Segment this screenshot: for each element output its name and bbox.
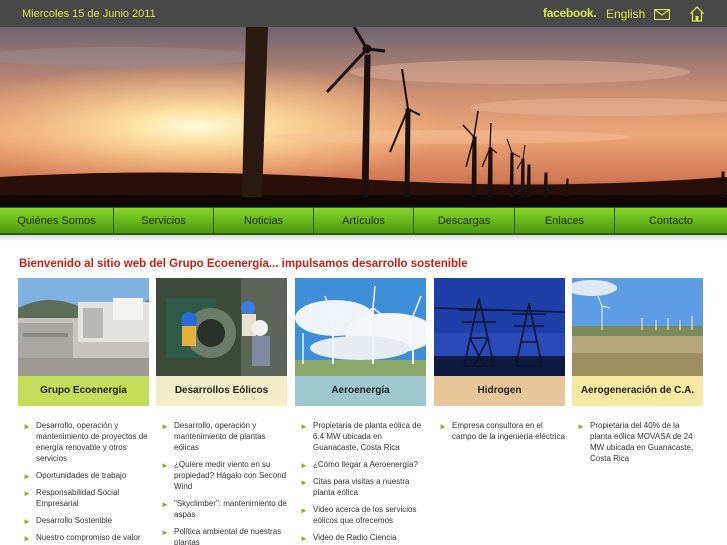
- bullet-icon: ►: [23, 472, 31, 481]
- list-item[interactable]: ► Desarrollo Sostenible: [18, 515, 149, 526]
- card-list: ► Desarrollo, operación y mantenimiento d…: [156, 420, 287, 545]
- list-item[interactable]: ► Citas para visitas a nuestra planta eól…: [295, 476, 426, 498]
- card-photo[interactable]: [572, 278, 703, 376]
- card-desarrollos-eolicos: Desarrollos Eólicos ► Desarrollo, operaci…: [156, 278, 287, 545]
- bullet-icon: ►: [300, 534, 308, 543]
- bullet-icon: ►: [161, 422, 169, 431]
- top-bar: Miercoles 15 de Junio 2011 facebook. Eng…: [0, 0, 727, 27]
- card-title[interactable]: Aeroenergía: [295, 376, 426, 406]
- bullet-icon: ►: [577, 422, 585, 431]
- list-item[interactable]: ► ¿Cómo llegar a Aeroenergía?: [295, 459, 426, 470]
- list-item[interactable]: ► Desarrollo, operación y mantenimiento d…: [156, 420, 287, 453]
- card-title[interactable]: Aerogeneración de C.A.: [572, 376, 703, 406]
- bullet-icon: ►: [439, 422, 447, 431]
- card-list: ► Propietaria del 40% de la planta eólica…: [572, 420, 703, 464]
- nav-noticias[interactable]: Noticias: [214, 208, 314, 234]
- list-item[interactable]: ► Propietaria del 40% de la planta eólica…: [572, 420, 703, 464]
- nav-articulos[interactable]: Artículos: [314, 208, 414, 234]
- current-date: Miercoles 15 de Junio 2011: [22, 8, 156, 20]
- nav-shadow: [0, 235, 727, 241]
- card-photo[interactable]: [295, 278, 426, 376]
- nav-quienes-somos[interactable]: Quiénes Somos: [0, 208, 114, 234]
- bullet-icon: ►: [300, 506, 308, 515]
- bullet-icon: ►: [300, 478, 308, 487]
- bullet-icon: ►: [23, 422, 31, 431]
- main-nav: Quiénes Somos Servicios Noticias Artícul…: [0, 207, 727, 235]
- list-item[interactable]: ► Video de Radio Ciencia: [295, 532, 426, 543]
- list-item[interactable]: ► Video acerca de los servicios eólicos q…: [295, 504, 426, 526]
- card-list: ► Desarrollo, operación y mantenimiento d…: [18, 420, 149, 543]
- bullet-icon: ►: [161, 528, 169, 537]
- bullet-icon: ►: [23, 534, 31, 543]
- card-aeroenergia: Aeroenergía ► Propietaria de planta eólic…: [295, 278, 426, 545]
- mail-icon[interactable]: [654, 9, 670, 20]
- card-grupo-ecoenergia: Grupo Ecoenergía ► Desarrollo, operación …: [18, 278, 149, 545]
- list-item[interactable]: ► Oportunidades de trabajo: [18, 470, 149, 481]
- home-icon[interactable]: [690, 6, 704, 22]
- nav-descargas[interactable]: Descargas: [414, 208, 515, 234]
- list-item[interactable]: ► ¿Quiere medir viento en su propiedad? H…: [156, 459, 287, 492]
- list-item[interactable]: ► Propietaria de planta eólica de 6.4 MW …: [295, 420, 426, 453]
- card-title[interactable]: Desarrollos Eólicos: [156, 376, 287, 406]
- card-list: ► Empresa consultora en el campo de la in…: [434, 420, 565, 442]
- bullet-icon: ►: [300, 422, 308, 431]
- card-photo[interactable]: [18, 278, 149, 376]
- list-item[interactable]: ► Desarrollo, operación y mantenimiento d…: [18, 420, 149, 464]
- bullet-icon: ►: [23, 517, 31, 526]
- nav-enlaces[interactable]: Enlaces: [515, 208, 615, 234]
- bullet-icon: ►: [161, 500, 169, 509]
- card-photo[interactable]: [156, 278, 287, 376]
- nav-contacto[interactable]: Contacto: [615, 208, 727, 234]
- hero-banner: [0, 27, 727, 207]
- list-item[interactable]: ► "Skyclimber": mantenimiento de aspas: [156, 498, 287, 520]
- welcome-heading: Bienvenido al sitio web del Grupo Ecoene…: [19, 258, 468, 270]
- list-item[interactable]: ► Nuestro compromiso de valor: [18, 532, 149, 543]
- card-aerogeneracion: Aerogeneración de C.A. ► Propietaria del …: [572, 278, 703, 470]
- card-photo[interactable]: [434, 278, 565, 376]
- card-title[interactable]: Grupo Ecoenergía: [18, 376, 149, 406]
- list-item[interactable]: ► Política ambiental de nuestras plantas: [156, 526, 287, 545]
- nav-servicios[interactable]: Servicios: [114, 208, 214, 234]
- list-item[interactable]: ► Empresa consultora en el campo de la in…: [434, 420, 565, 442]
- card-title[interactable]: Hidrogen: [434, 376, 565, 406]
- bullet-icon: ►: [23, 489, 31, 498]
- language-link[interactable]: English: [606, 7, 645, 21]
- card-list: ► Propietaria de planta eólica de 6.4 MW …: [295, 420, 426, 543]
- card-hidrogen: Hidrogen ► Empresa consultora en el campo…: [434, 278, 565, 448]
- facebook-link[interactable]: facebook.: [543, 6, 597, 20]
- bullet-icon: ►: [300, 461, 308, 470]
- list-item[interactable]: ► Responsabilidad Social Empresarial: [18, 487, 149, 509]
- bullet-icon: ►: [161, 461, 169, 470]
